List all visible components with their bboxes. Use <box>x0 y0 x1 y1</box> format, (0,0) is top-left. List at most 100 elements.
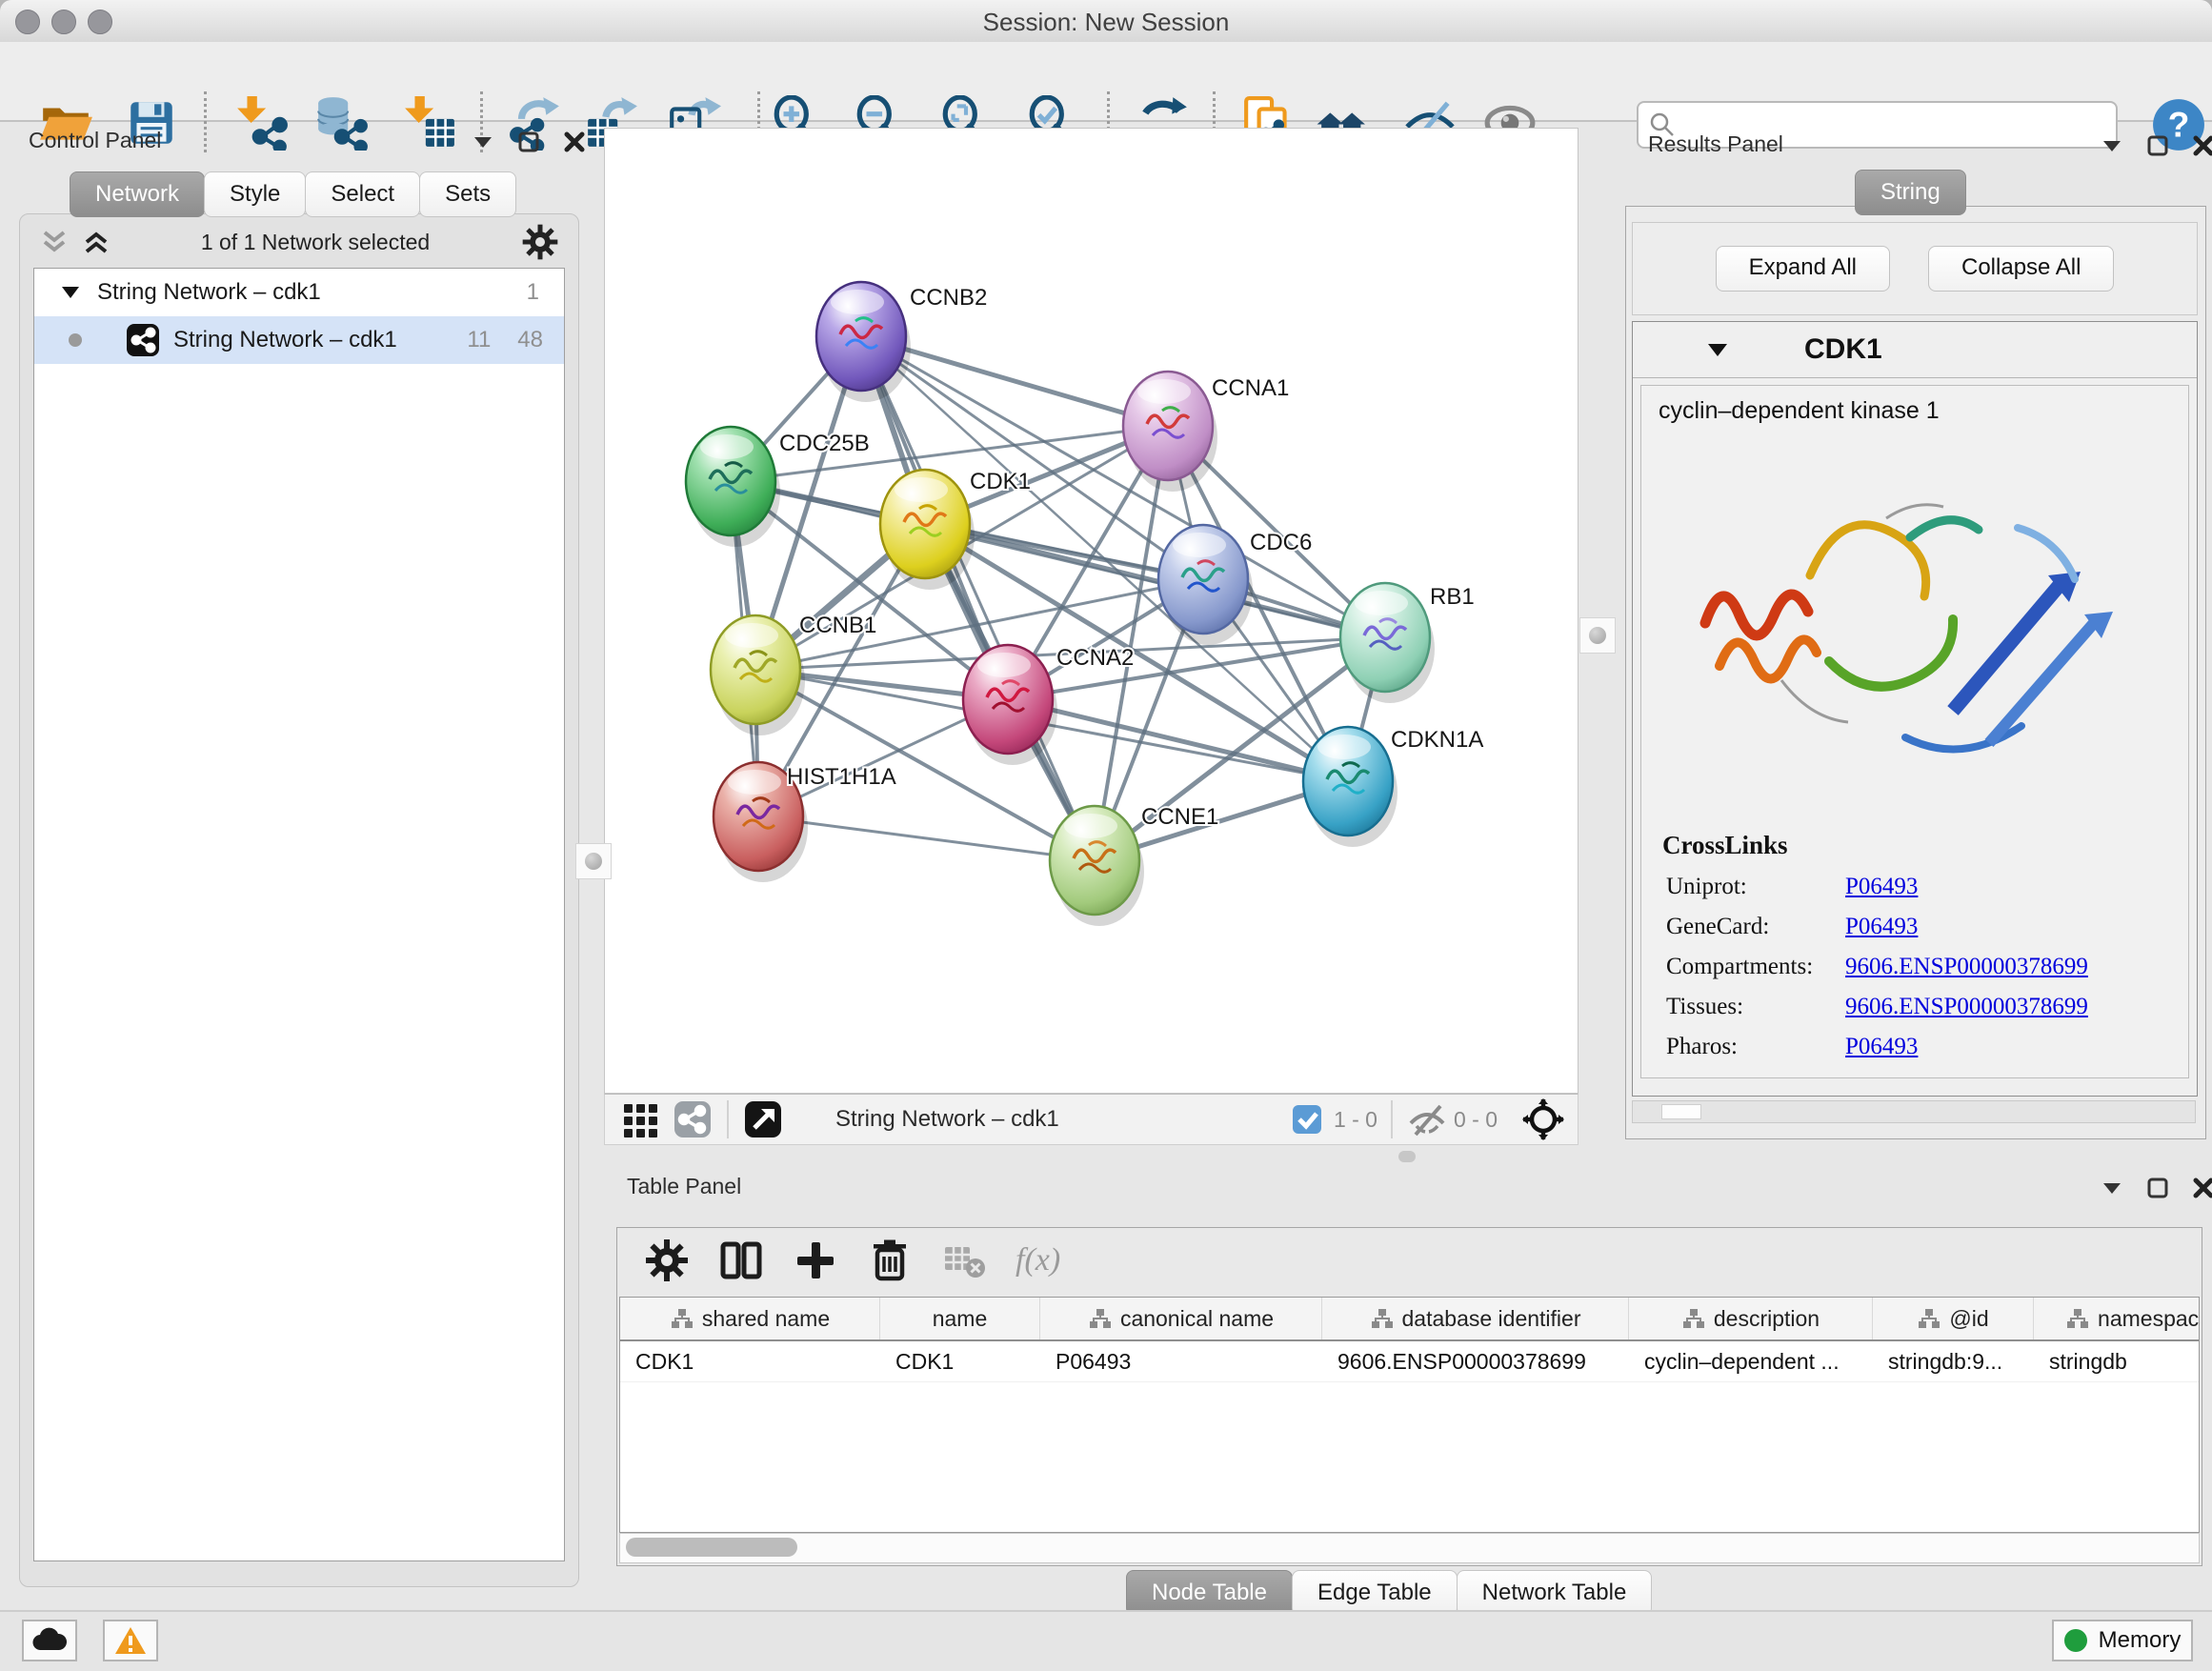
network-node-ccne1[interactable]: CCNE1 <box>1050 804 1218 926</box>
left-splitter-handle[interactable] <box>575 843 612 879</box>
crosslink-row: GeneCard:P06493 <box>1666 914 2188 940</box>
control-panel-close-icon[interactable] <box>564 131 585 152</box>
memory-button[interactable]: Memory <box>2052 1620 2193 1661</box>
collapse-all-button[interactable]: Collapse All <box>1928 246 2114 292</box>
cloud-button[interactable] <box>22 1620 77 1661</box>
results-scrollbar[interactable] <box>1632 1100 2196 1123</box>
gene-expand-triangle-icon[interactable] <box>1707 343 1728 357</box>
gene-section-header[interactable]: CDK1 <box>1633 322 2197 378</box>
table-h-scrollbar[interactable] <box>619 1533 2200 1563</box>
crosslink-row: Tissues:9606.ENSP00000378699 <box>1666 994 2188 1020</box>
hidden-eye-icon[interactable] <box>1406 1098 1448 1140</box>
expand-all-networks-icon[interactable] <box>83 230 110 254</box>
delete-column-trash-icon[interactable] <box>867 1238 913 1283</box>
table-cell[interactable]: P06493 <box>1040 1341 1322 1381</box>
network-node-cdc6[interactable]: CDC6 <box>1158 525 1312 645</box>
show-columns-icon[interactable] <box>718 1238 764 1283</box>
crosslink-link[interactable]: P06493 <box>1845 914 1918 940</box>
crosslink-link[interactable]: P06493 <box>1845 874 1918 900</box>
results-panel-float-icon[interactable] <box>2147 135 2168 156</box>
string-network-graph[interactable]: CCNB2 CCNA1 CDC25B CDK1 CDC6 RB1 CCNB1 CCNA2 CDK… <box>605 129 1578 1093</box>
network-row[interactable]: String Network – cdk1 11 48 <box>34 316 564 364</box>
network-options-gear-icon[interactable] <box>521 223 559 261</box>
table-cell[interactable]: 9606.ENSP00000378699 <box>1322 1341 1629 1381</box>
tab-sets[interactable]: Sets <box>419 171 516 217</box>
node-label: RB1 <box>1430 584 1475 610</box>
tab-edge-table[interactable]: Edge Table <box>1292 1570 1458 1616</box>
results-panel-close-icon[interactable] <box>2193 135 2212 156</box>
results-panel-collapse-icon[interactable] <box>2101 138 2122 153</box>
network-edge[interactable] <box>758 816 1095 860</box>
tab-network-table[interactable]: Network Table <box>1457 1570 1653 1616</box>
network-node-count: 11 <box>467 327 491 353</box>
table-row[interactable]: CDK1CDK1P064939606.ENSP00000378699cyclin… <box>620 1341 2199 1382</box>
network-node-cdk1[interactable]: CDK1 <box>880 469 1031 590</box>
network-node-ccna1[interactable]: CCNA1 <box>1123 372 1289 492</box>
results-scrollbar-thumb[interactable] <box>1661 1104 1701 1119</box>
table-h-scrollbar-thumb[interactable] <box>626 1538 797 1557</box>
column-header-namespace[interactable]: namespace <box>2034 1298 2200 1339</box>
network-node-ccnb2[interactable]: CCNB2 <box>816 282 987 402</box>
network-edge[interactable] <box>861 336 1095 860</box>
crosslink-label: GeneCard: <box>1666 914 1845 940</box>
gene-results-box: CDK1 cyclin–dependent kinase 1 <box>1632 321 2198 1097</box>
fit-content-crosshair-icon[interactable] <box>1522 1098 1564 1140</box>
table-cell[interactable]: stringdb <box>2034 1341 2200 1381</box>
crosslink-label: Pharos: <box>1666 1034 1845 1060</box>
column-header-name[interactable]: name <box>880 1298 1040 1339</box>
table-cell[interactable]: cyclin–dependent ... <box>1629 1341 1873 1381</box>
crosslinks-heading: CrossLinks <box>1662 831 2188 860</box>
results-panel-title: Results Panel <box>1648 131 1783 157</box>
netbar-separator <box>727 1100 729 1138</box>
crosslink-link[interactable]: 9606.ENSP00000378699 <box>1845 954 2088 980</box>
column-label: description <box>1714 1306 1820 1332</box>
node-label: CDKN1A <box>1391 727 1483 753</box>
cytoscape-window: Session: New Session ? Control Panel <box>0 0 2212 1671</box>
tab-string[interactable]: String <box>1855 170 1966 215</box>
node-label: HIST1H1A <box>787 764 896 790</box>
grid-view-icon[interactable] <box>620 1098 662 1140</box>
tab-node-table[interactable]: Node Table <box>1126 1570 1293 1616</box>
crosslink-link[interactable]: P06493 <box>1845 1034 1918 1060</box>
network-canvas[interactable]: CCNB2 CCNA1 CDC25B CDK1 CDC6 RB1 CCNB1 CCNA2 CDK… <box>604 128 1579 1094</box>
collection-expand-triangle-icon[interactable] <box>61 286 80 299</box>
expand-all-button[interactable]: Expand All <box>1716 246 1890 292</box>
control-panel-collapse-icon[interactable] <box>473 134 493 150</box>
control-panel-float-icon[interactable] <box>518 131 539 152</box>
column-header-description[interactable]: description <box>1629 1298 1873 1339</box>
network-node-ccnb1[interactable]: CCNB1 <box>711 613 876 735</box>
crosslink-link[interactable]: 9606.ENSP00000378699 <box>1845 994 2088 1020</box>
column-header-shared-name[interactable]: shared name <box>620 1298 880 1339</box>
node-label: CDK1 <box>970 469 1031 494</box>
network-collection-row[interactable]: String Network – cdk1 1 <box>34 269 564 316</box>
network-node-rb1[interactable]: RB1 <box>1340 583 1475 703</box>
table-cell[interactable]: CDK1 <box>620 1341 880 1381</box>
collapse-all-networks-icon[interactable] <box>41 230 68 254</box>
table-panel-title: Table Panel <box>627 1174 741 1199</box>
network-node-cdc25b[interactable]: CDC25B <box>686 427 870 547</box>
table-panel-float-icon[interactable] <box>2147 1178 2168 1198</box>
network-node-cdkn1a[interactable]: CDKN1A <box>1303 727 1483 847</box>
warning-button[interactable] <box>103 1620 158 1661</box>
column-header-canonical-name[interactable]: canonical name <box>1040 1298 1322 1339</box>
create-column-plus-icon[interactable] <box>793 1238 838 1283</box>
right-splitter-handle[interactable] <box>1579 617 1616 654</box>
memory-status-dot-icon <box>2064 1629 2087 1652</box>
birdseye-view-icon[interactable] <box>742 1098 784 1140</box>
network-view-share-icon[interactable] <box>672 1098 714 1140</box>
column-header-database-identifier[interactable]: database identifier <box>1322 1298 1629 1339</box>
table-cell[interactable]: CDK1 <box>880 1341 1040 1381</box>
column-header-id[interactable]: @id <box>1873 1298 2034 1339</box>
table-options-gear-icon[interactable] <box>644 1238 690 1283</box>
network-node-hist1h1a[interactable]: HIST1H1A <box>714 762 896 882</box>
node-label: CCNA1 <box>1212 375 1289 401</box>
tab-select[interactable]: Select <box>305 171 420 217</box>
node-label: CDC25B <box>779 431 870 456</box>
table-panel-collapse-icon[interactable] <box>2101 1180 2122 1196</box>
selected-checkbox-icon[interactable] <box>1286 1098 1328 1140</box>
table-cell[interactable]: stringdb:9... <box>1873 1341 2034 1381</box>
network-node-ccna2[interactable]: CCNA2 <box>963 645 1134 765</box>
tab-network[interactable]: Network <box>70 171 205 217</box>
table-panel-close-icon[interactable] <box>2193 1178 2212 1198</box>
tab-style[interactable]: Style <box>204 171 306 217</box>
